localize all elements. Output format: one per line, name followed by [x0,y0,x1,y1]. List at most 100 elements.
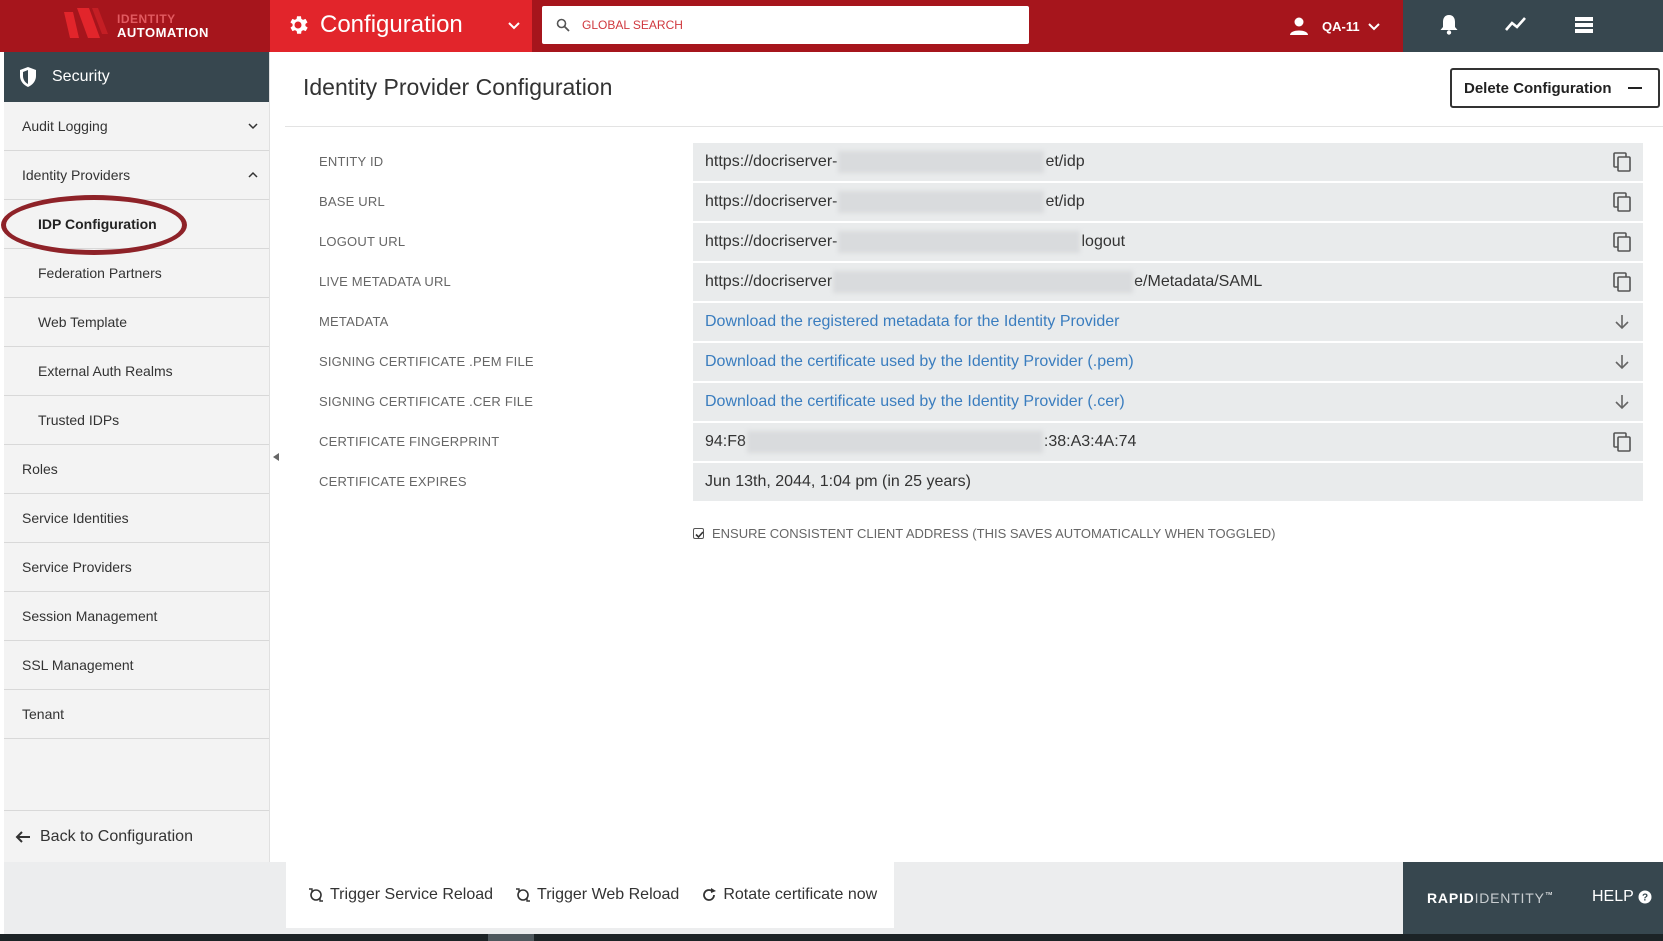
chevron-down-icon [1367,23,1380,31]
page-title: Identity Provider Configuration [303,74,613,100]
back-to-configuration-link[interactable]: Back to Configuration [4,810,269,862]
shield-icon [20,67,36,87]
collapse-sidebar-icon[interactable] [272,452,280,462]
sidebar-item-session-management[interactable]: Session Management [4,592,269,641]
field-row-base-url: BASE URL https://docriserver- et/idp [285,183,1663,221]
field-row-metadata: METADATA Download the registered metadat… [285,303,1663,341]
copy-icon[interactable] [1611,191,1633,213]
field-label: BASE URL [319,194,385,209]
arrow-down-icon[interactable] [1611,391,1633,413]
sidebar-item-service-providers[interactable]: Service Providers [4,543,269,592]
chevron-down-icon [248,123,258,130]
sidebar-item-external-auth-realms[interactable]: External Auth Realms [4,347,269,396]
list-icon[interactable] [1571,12,1597,38]
redacted-segment [833,271,1134,293]
chevron-up-icon [248,171,258,178]
field-label: LIVE METADATA URL [319,274,451,289]
trigger-service-reload-button[interactable]: Trigger Service Reload [308,886,493,904]
value-prefix: https://docriserver- [705,153,838,170]
field-label: METADATA [319,314,389,329]
scroll-thumb[interactable] [488,934,534,941]
sidebar-item-label: Trusted IDPs [38,412,120,428]
sidebar-item-tenant[interactable]: Tenant [4,690,269,739]
sidebar-item-ssl-management[interactable]: SSL Management [4,641,269,690]
sidebar-item-web-template[interactable]: Web Template [4,298,269,347]
reload-icon [309,888,323,902]
sidebar: Security Audit Logging Identity Provider… [1,52,270,862]
field-row-signing-cert-cer: SIGNING CERTIFICATE .CER FILE Download t… [285,383,1663,421]
divider [285,126,1663,127]
sidebar-item-label: Identity Providers [22,167,131,183]
sidebar-item-identity-providers[interactable]: Identity Providers [4,151,269,200]
field-value: https://docriserver- et/idp [693,183,1643,221]
back-label: Back to Configuration [40,827,193,845]
download-pem-link[interactable]: Download the certificate used by the Ide… [693,343,1643,381]
arrow-left-icon [15,830,30,843]
global-search-input[interactable] [582,14,1012,36]
value-prefix: https://docriserver [705,273,833,290]
minus-icon [1628,87,1642,89]
value-suffix: :38:A3:4A:74 [1043,433,1137,450]
copy-icon[interactable] [1611,231,1633,253]
redacted-segment [838,191,1045,213]
download-metadata-link[interactable]: Download the registered metadata for the… [693,303,1643,341]
logo[interactable]: IDENTITY AUTOMATION [4,0,270,52]
rapididentity-logo: RAPIDIDENTITY™ [1427,890,1554,906]
trend-icon[interactable] [1503,12,1529,38]
delete-configuration-label: Delete Configuration [1464,79,1612,97]
field-label: SIGNING CERTIFICATE .CER FILE [319,394,534,409]
value-suffix: et/idp [1045,153,1085,170]
sidebar-header: Security [4,52,269,102]
arrow-down-icon[interactable] [1611,311,1633,333]
brand-tm: ™ [1544,890,1554,900]
sidebar-item-service-identities[interactable]: Service Identities [4,494,269,543]
sidebar-item-label: Tenant [22,706,65,722]
copy-icon[interactable] [1611,431,1633,453]
sidebar-item-idp-configuration[interactable]: IDP Configuration [4,200,269,249]
sidebar-item-trusted-idps[interactable]: Trusted IDPs [4,396,269,445]
module-menu-button[interactable]: Configuration [270,0,532,52]
svg-text:?: ? [1642,893,1648,904]
sidebar-item-label: Service Identities [22,510,129,526]
trigger-web-reload-button[interactable]: Trigger Web Reload [515,886,679,904]
delete-configuration-button[interactable]: Delete Configuration [1450,68,1660,108]
value-prefix: 94:F8 [705,433,746,450]
sidebar-item-roles[interactable]: Roles [4,445,269,494]
copy-icon[interactable] [1611,271,1633,293]
identity-automation-logo-icon [64,8,108,38]
check-icon [695,531,704,539]
top-bar: IDENTITY AUTOMATION Configuration QA-11 [0,0,1663,52]
brand-bold: RAPID [1427,890,1475,906]
bell-icon[interactable] [1436,12,1462,38]
footer-actions: Trigger Service Reload Trigger Web Reloa… [286,862,894,928]
logo-line-2: AUTOMATION [117,25,209,40]
field-row-certificate-expires: CERTIFICATE EXPIRES Jun 13th, 2044, 1:04… [285,463,1663,501]
rotate-certificate-button[interactable]: Rotate certificate now [701,886,877,904]
chevron-down-icon [508,22,520,30]
copy-icon[interactable] [1611,151,1633,173]
field-value: https://docriserver- et/idp [693,143,1643,181]
action-label: Rotate certificate now [723,886,878,903]
value-suffix: logout [1081,233,1126,250]
ensure-consistent-client-address-checkbox[interactable] [693,528,704,539]
download-cer-link[interactable]: Download the certificate used by the Ide… [693,383,1643,421]
field-label: LOGOUT URL [319,234,406,249]
sidebar-item-audit-logging[interactable]: Audit Logging [4,102,269,151]
sidebar-header-title: Security [52,68,110,85]
username: QA-11 [1322,18,1360,34]
link-text: Download the registered metadata for the… [705,313,1120,330]
logo-text: IDENTITY AUTOMATION [117,13,209,40]
reload-icon [516,888,531,902]
field-row-certificate-fingerprint: CERTIFICATE FINGERPRINT 94:F8 :38:A3:4A:… [285,423,1663,461]
user-menu[interactable]: QA-11 [1288,12,1382,40]
value-suffix: e/Metadata/SAML [1134,273,1263,290]
field-label: CERTIFICATE FINGERPRINT [319,434,500,449]
sidebar-item-federation-partners[interactable]: Federation Partners [4,249,269,298]
main-content: Identity Provider Configuration Delete C… [285,52,1663,862]
gear-icon [290,16,308,34]
help-button[interactable]: HELP ? [1592,888,1652,906]
sidebar-item-label: Audit Logging [22,118,108,134]
brand-light: IDENTITY [1474,890,1545,906]
arrow-down-icon[interactable] [1611,351,1633,373]
global-search [542,6,1029,44]
